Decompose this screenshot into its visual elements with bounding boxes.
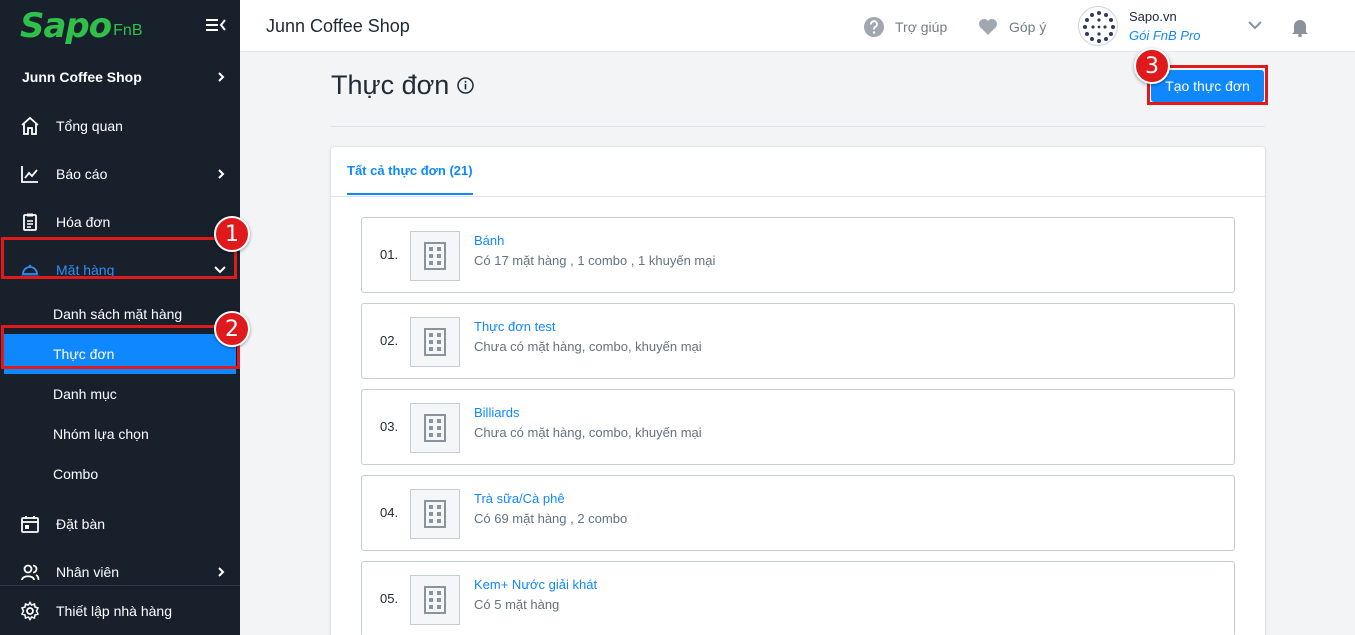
avatar[interactable] [1078, 6, 1118, 46]
sidebar-item-reservations[interactable]: Đặt bàn [0, 500, 240, 548]
list-item[interactable]: 02. Thực đơn test Chưa có mặt hàng, comb… [361, 303, 1235, 379]
header-title: Junn Coffee Shop [266, 16, 410, 36]
sidebar-item-label: Hóa đơn [56, 214, 111, 230]
calendar-icon [20, 514, 40, 534]
step-badge-1: 1 [214, 216, 250, 252]
chevron-right-icon [218, 72, 225, 82]
menu-number: 04. [380, 505, 399, 520]
sidebar: Sapo FnB Junn Coffee Shop Tổng quan Báo … [0, 0, 240, 635]
help-link[interactable]: Trợ giúp [863, 16, 947, 38]
bell-icon[interactable] [1290, 17, 1310, 37]
logo[interactable]: Sapo FnB [0, 0, 240, 52]
menu-number: 02. [380, 333, 399, 348]
sidebar-item-label: Tổng quan [56, 118, 123, 134]
shop-selector[interactable]: Junn Coffee Shop [0, 52, 240, 102]
shop-name: Junn Coffee Shop [22, 69, 142, 85]
help-label: Trợ giúp [895, 19, 948, 35]
users-icon [20, 562, 40, 582]
sidebar-subitem-option-groups[interactable]: Nhóm lựa chọn [0, 414, 240, 454]
sidebar-item-reports[interactable]: Báo cáo [0, 150, 240, 198]
sidebar-subitem-label: Danh sách mặt hàng [53, 306, 183, 322]
clipboard-icon [20, 212, 40, 232]
menu-description: Chưa có mặt hàng, combo, khuyến mại [474, 425, 702, 440]
menu-number: 03. [380, 419, 399, 434]
logo-text: Sapo [20, 6, 112, 46]
question-circle-icon [863, 16, 885, 38]
heart-icon [977, 16, 999, 38]
menu-description: Chưa có mặt hàng, combo, khuyến mại [474, 339, 702, 354]
sidebar-subitem-label: Combo [53, 466, 99, 482]
gear-icon [20, 600, 40, 621]
page-title: Thực đơn [331, 70, 475, 101]
chevron-down-icon[interactable] [1248, 20, 1262, 30]
page-title-text: Thực đơn [331, 70, 450, 100]
chevron-right-icon [218, 567, 225, 577]
logo-suffix: FnB [113, 22, 143, 39]
collapse-menu-icon[interactable] [206, 16, 226, 34]
step-badge-2: 2 [214, 311, 250, 347]
home-icon [20, 116, 40, 136]
menu-description: Có 69 mặt hàng , 2 combo [474, 511, 628, 526]
highlight-box-step-1 [1, 237, 237, 279]
sidebar-subitem-categories[interactable]: Danh mục [0, 374, 240, 414]
sidebar-item-label: Báo cáo [56, 166, 108, 182]
menu-list: 01. Bánh Có 17 mặt hàng , 1 combo , 1 kh… [361, 217, 1235, 635]
tab-all-menus[interactable]: Tất cả thực đơn (21) [347, 163, 473, 195]
chart-icon [20, 164, 40, 184]
menu-thumbnail-icon [410, 403, 460, 453]
tab-bar: Tất cả thực đơn (21) [331, 147, 1265, 197]
menu-name-link[interactable]: Bánh [474, 233, 504, 248]
chevron-right-icon [218, 169, 225, 179]
account-plan: Gói FnB Pro [1129, 28, 1201, 43]
sidebar-subitem-label: Nhóm lựa chọn [53, 426, 149, 442]
account-name: Sapo.vn [1129, 9, 1177, 24]
sidebar-item-overview[interactable]: Tổng quan [0, 102, 240, 150]
sidebar-item-label: Đặt bàn [56, 516, 106, 532]
feedback-link[interactable]: Góp ý [977, 16, 1046, 38]
menu-name-link[interactable]: Thực đơn test [474, 319, 556, 334]
list-item[interactable]: 05. Kem+ Nước giải khát Có 5 mặt hàng [361, 561, 1235, 635]
list-item[interactable]: 01. Bánh Có 17 mặt hàng , 1 combo , 1 kh… [361, 217, 1235, 293]
sidebar-subitem-combo[interactable]: Combo [0, 454, 240, 494]
menu-name-link[interactable]: Kem+ Nước giải khát [474, 577, 597, 592]
menu-thumbnail-icon [410, 317, 460, 367]
sidebar-item-label: Thiết lập nhà hàng [56, 602, 172, 619]
menu-list-card: Tất cả thực đơn (21) 01. Bánh Có 17 mặt … [331, 147, 1265, 635]
menu-number: 05. [380, 591, 399, 606]
list-item[interactable]: 04. Trà sữa/Cà phê Có 69 mặt hàng , 2 co… [361, 475, 1235, 551]
list-item[interactable]: 03. Billiards Chưa có mặt hàng, combo, k… [361, 389, 1235, 465]
menu-thumbnail-icon [410, 231, 460, 281]
step-badge-3: 3 [1134, 48, 1170, 84]
highlight-box-step-2 [1, 325, 240, 369]
top-header: Junn Coffee Shop Trợ giúp Góp ý Sapo.vn … [240, 0, 1355, 52]
menu-description: Có 5 mặt hàng [474, 597, 560, 612]
menu-number: 01. [380, 247, 399, 262]
sidebar-item-label: Nhân viên [56, 564, 120, 580]
sidebar-item-restaurant-settings[interactable]: Thiết lập nhà hàng [0, 585, 240, 635]
info-icon[interactable] [457, 77, 475, 94]
menu-description: Có 17 mặt hàng , 1 combo , 1 khuyến mại [474, 253, 716, 268]
feedback-label: Góp ý [1009, 19, 1047, 35]
title-divider [331, 126, 1265, 127]
menu-thumbnail-icon [410, 575, 460, 625]
sidebar-subitem-label: Danh mục [53, 386, 117, 402]
menu-name-link[interactable]: Trà sữa/Cà phê [474, 491, 565, 506]
menu-thumbnail-icon [410, 489, 460, 539]
menu-name-link[interactable]: Billiards [474, 405, 520, 420]
